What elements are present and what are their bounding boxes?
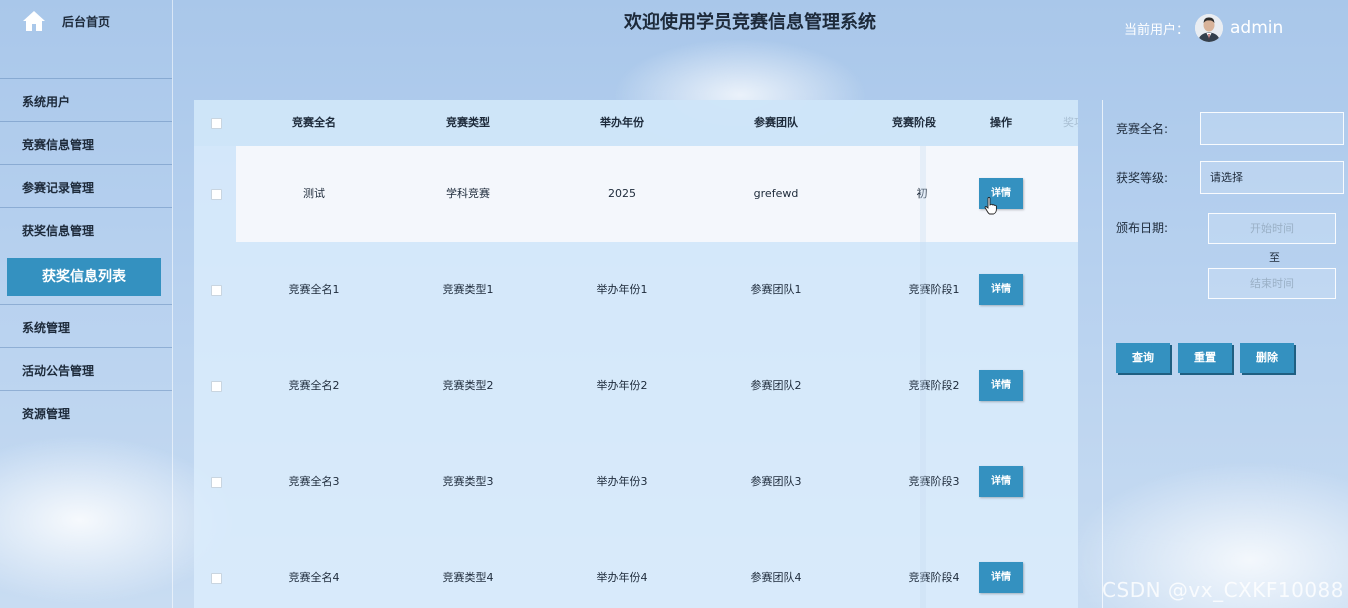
cell-year: 举办年份2 (596, 379, 648, 392)
award-level-select[interactable]: 请选择 (1200, 161, 1344, 194)
sidebar-item-system-management[interactable]: 系统管理 (0, 304, 172, 347)
column-header-name: 竞赛全名 (292, 116, 336, 129)
cell-year: 举办年份3 (596, 475, 648, 488)
detail-button[interactable]: 详情 (979, 562, 1023, 593)
cell-name: 竞赛全名3 (288, 475, 340, 488)
row-checkbox[interactable] (211, 477, 222, 488)
cell-type: 竞赛类型3 (442, 475, 494, 488)
current-user: 当前用户： admin (1124, 12, 1283, 44)
cell-team: grefewd (753, 187, 799, 200)
cell-type: 学科竞赛 (446, 187, 490, 200)
detail-button[interactable]: 详情 (979, 274, 1023, 305)
name-filter-input[interactable] (1200, 112, 1344, 145)
sidebar-item-system-users[interactable]: 系统用户 (0, 78, 172, 121)
cell-team: 参赛团队1 (750, 283, 802, 296)
award-level-label: 获奖等级: (1116, 171, 1169, 185)
cell-type: 竞赛类型2 (442, 379, 494, 392)
end-date-input[interactable]: 结束时间 (1208, 268, 1336, 299)
reset-button[interactable]: 重置 (1178, 343, 1232, 373)
detail-button[interactable]: 详情 (979, 466, 1023, 497)
cell-team: 参赛团队3 (750, 475, 802, 488)
current-user-name[interactable]: admin (1230, 18, 1283, 38)
column-header-stage: 竞赛阶段 (892, 116, 936, 129)
cell-name: 测试 (303, 187, 325, 200)
filter-panel: 竞赛全名: 获奖等级: 请选择 颁布日期: 开始时间 至 结束时间 查询 重置 … (1102, 100, 1348, 608)
start-date-input[interactable]: 开始时间 (1208, 213, 1336, 244)
watermark: CSDN @vx_CXKF10088 (1102, 578, 1344, 602)
row-checkbox[interactable] (211, 189, 222, 200)
row-checkbox[interactable] (211, 573, 222, 584)
sidebar-menu: 系统用户 竞赛信息管理 参赛记录管理 获奖信息管理 获奖信息列表 系统管理 活动… (0, 78, 172, 433)
sidebar-item-participation-records[interactable]: 参赛记录管理 (0, 164, 172, 207)
sidebar-item-competition-info[interactable]: 竞赛信息管理 (0, 121, 172, 164)
cell-year: 举办年份4 (596, 571, 648, 584)
column-header-award: 奖项 (1063, 116, 1078, 129)
row-checkbox[interactable] (211, 285, 222, 296)
page-title: 欢迎使用学员竞赛信息管理系统 (624, 12, 876, 33)
column-header-type: 竞赛类型 (446, 116, 490, 129)
cell-stage: 竞赛阶段1 (908, 283, 960, 296)
cell-type: 竞赛类型4 (442, 571, 494, 584)
column-header-team: 参赛团队 (754, 116, 798, 129)
award-table: 竞赛全名 竞赛类型 举办年份 参赛团队 竞赛阶段 操作 奖项 测试 学科竞赛 2… (194, 100, 1078, 608)
cell-team: 参赛团队4 (750, 571, 802, 584)
avatar[interactable] (1195, 14, 1224, 42)
row-checkbox[interactable] (211, 381, 222, 392)
sidebar-subitem-award-list[interactable]: 获奖信息列表 (7, 258, 161, 296)
date-range-separator: 至 (1269, 251, 1280, 264)
delete-button[interactable]: 删除 (1240, 343, 1294, 373)
cell-name: 竞赛全名2 (288, 379, 340, 392)
hand-cursor-icon (984, 197, 997, 215)
cell-year: 举办年份1 (596, 283, 648, 296)
name-filter-label: 竞赛全名: (1116, 122, 1169, 136)
current-user-label: 当前用户： (1124, 22, 1190, 38)
table-header: 竞赛全名 竞赛类型 举办年份 参赛团队 竞赛阶段 操作 奖项 (194, 100, 1078, 146)
cell-name: 竞赛全名4 (288, 571, 340, 584)
cell-team: 参赛团队2 (750, 379, 802, 392)
home-label: 后台首页 (62, 14, 111, 29)
select-all-checkbox[interactable] (211, 118, 222, 129)
search-button[interactable]: 查询 (1116, 343, 1170, 373)
sidebar: 后台首页 系统用户 竞赛信息管理 参赛记录管理 获奖信息管理 获奖信息列表 系统… (0, 0, 173, 608)
cell-name: 竞赛全名1 (288, 283, 340, 296)
home-link[interactable]: 后台首页 (22, 8, 110, 34)
sidebar-item-resources[interactable]: 资源管理 (0, 390, 172, 433)
cell-stage: 竞赛阶段2 (908, 379, 960, 392)
home-icon (23, 11, 45, 31)
column-divider (920, 146, 926, 608)
sidebar-item-announcements[interactable]: 活动公告管理 (0, 347, 172, 390)
cell-type: 竞赛类型1 (442, 283, 494, 296)
detail-button[interactable]: 详情 (979, 370, 1023, 401)
date-filter-label: 颁布日期: (1116, 221, 1169, 235)
cell-stage: 竞赛阶段4 (908, 571, 960, 584)
cell-year: 2025 (608, 187, 636, 200)
column-header-year: 举办年份 (600, 116, 644, 129)
cell-stage: 竞赛阶段3 (908, 475, 960, 488)
column-header-action: 操作 (990, 116, 1012, 129)
sidebar-item-award-info[interactable]: 获奖信息管理 (0, 207, 172, 250)
